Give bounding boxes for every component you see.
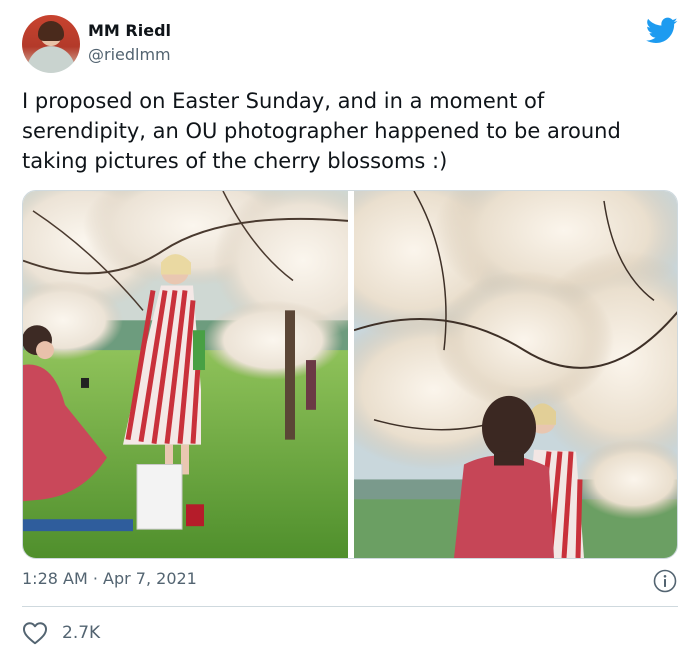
- tweet-header: MM Riedl @riedlmm: [22, 15, 682, 75]
- photo-embrace[interactable]: [354, 191, 677, 558]
- heart-icon[interactable]: [22, 621, 48, 645]
- like-action[interactable]: 2.7K: [22, 620, 100, 646]
- twitter-bird-icon[interactable]: [646, 17, 678, 45]
- info-icon[interactable]: [653, 569, 677, 593]
- photo-proposal[interactable]: [23, 191, 348, 558]
- tweet-timestamp[interactable]: 1:28 AM · Apr 7, 2021: [22, 569, 197, 588]
- divider: [22, 606, 678, 607]
- avatar-hair: [38, 21, 64, 41]
- author-name[interactable]: MM Riedl: [88, 21, 171, 40]
- like-count: 2.7K: [62, 623, 101, 643]
- tweet-media[interactable]: [22, 190, 678, 559]
- author-handle[interactable]: @riedlmm: [88, 45, 171, 64]
- avatar[interactable]: [22, 15, 80, 73]
- tweet-card: MM Riedl @riedlmm I proposed on Easter S…: [0, 0, 700, 661]
- tweet-text: I proposed on Easter Sunday, and in a mo…: [22, 89, 621, 173]
